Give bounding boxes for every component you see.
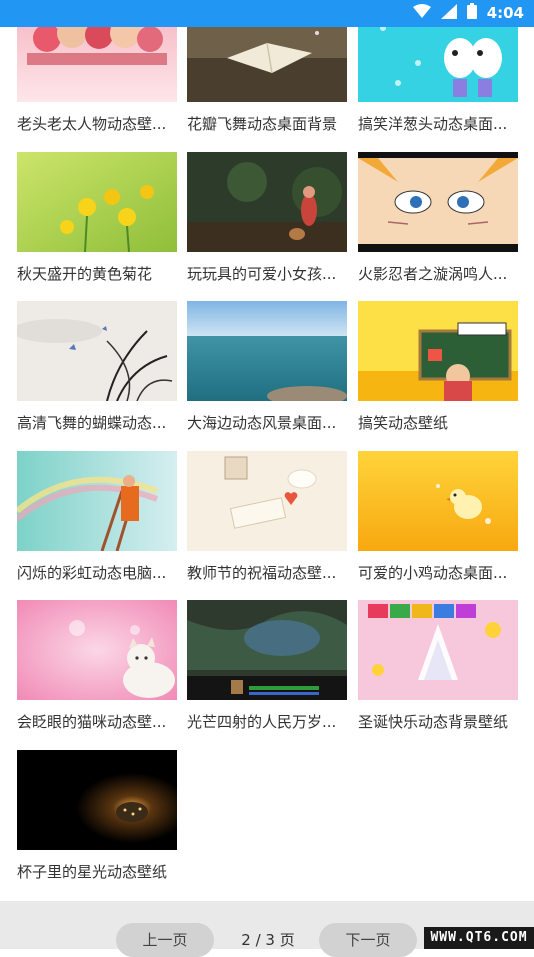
status-icons: 4:04 [412, 3, 524, 23]
wallpaper-card[interactable]: 光芒四射的人民万岁... [187, 600, 347, 733]
wallpaper-title: 秋天盛开的黄色菊花 [17, 265, 153, 283]
wallpaper-card[interactable]: 闪烁的彩虹动态电脑... [17, 451, 177, 584]
wallpaper-title: 搞笑洋葱头动态桌面... [358, 115, 508, 133]
wallpaper-card[interactable]: 玩玩具的可爱小女孩... [187, 152, 347, 285]
wallpaper-card[interactable]: 火影忍者之漩涡鸣人... [358, 152, 518, 285]
wallpaper-card[interactable]: 教师节的祝福动态壁... [187, 451, 347, 584]
wallpaper-title: 会眨眼的猫咪动态壁... [17, 713, 167, 731]
wallpaper-card[interactable]: 秋天盛开的黄色菊花 [17, 152, 177, 285]
wallpaper-title: 教师节的祝福动态壁... [187, 564, 337, 582]
wallpaper-card[interactable]: 搞笑动态壁纸 [358, 301, 518, 434]
wallpaper-title: 搞笑动态壁纸 [358, 414, 449, 432]
wifi-icon [412, 3, 431, 23]
wallpaper-title: 杯子里的星光动态壁纸 [17, 863, 168, 881]
wallpaper-thumbnail [358, 301, 518, 401]
wallpaper-title: 老头老太人物动态壁... [17, 115, 167, 133]
page-indicator: 2 / 3 页 [241, 931, 295, 949]
status-bar: 4:04 [0, 0, 534, 27]
wallpaper-title: 光芒四射的人民万岁... [187, 713, 337, 731]
next-page-button[interactable]: 下一页 [319, 923, 417, 957]
wallpaper-thumbnail [187, 152, 347, 252]
wallpaper-thumbnail [17, 152, 177, 252]
wallpaper-title: 火影忍者之漩涡鸣人... [358, 265, 508, 283]
wallpaper-card[interactable]: 圣诞快乐动态背景壁纸 [358, 600, 518, 733]
wallpaper-thumbnail [358, 152, 518, 252]
wallpaper-thumbnail [17, 750, 177, 850]
wallpaper-grid: 老头老太人物动态壁... 花瓣飞舞动态桌面背景 搞笑洋葱头动态桌面... 秋天盛… [0, 0, 534, 900]
wallpaper-thumbnail [358, 600, 518, 700]
wallpaper-card[interactable]: 杯子里的星光动态壁纸 [17, 750, 177, 883]
wallpaper-title: 大海边动态风景桌面... [187, 414, 337, 432]
wallpaper-thumbnail [187, 301, 347, 401]
status-time: 4:04 [486, 4, 524, 22]
wallpaper-title: 可爱的小鸡动态桌面... [358, 564, 508, 582]
wallpaper-title: 花瓣飞舞动态桌面背景 [187, 115, 338, 133]
wallpaper-thumbnail [17, 451, 177, 551]
wallpaper-card[interactable]: 高清飞舞的蝴蝶动态... [17, 301, 177, 434]
wallpaper-thumbnail [187, 451, 347, 551]
wallpaper-card[interactable]: 大海边动态风景桌面... [187, 301, 347, 434]
site-watermark: WWW.QT6.COM [424, 927, 534, 949]
wallpaper-thumbnail [358, 451, 518, 551]
wallpaper-title: 闪烁的彩虹动态电脑... [17, 564, 167, 582]
wallpaper-card[interactable]: 会眨眼的猫咪动态壁... [17, 600, 177, 733]
prev-page-button[interactable]: 上一页 [116, 923, 214, 957]
wallpaper-thumbnail [17, 301, 177, 401]
wallpaper-title: 高清飞舞的蝴蝶动态... [17, 414, 167, 432]
wallpaper-title: 玩玩具的可爱小女孩... [187, 265, 337, 283]
wallpaper-card[interactable]: 可爱的小鸡动态桌面... [358, 451, 518, 584]
wallpaper-title: 圣诞快乐动态背景壁纸 [358, 713, 509, 731]
wallpaper-thumbnail [17, 600, 177, 700]
battery-icon [466, 3, 477, 23]
wallpaper-thumbnail [187, 600, 347, 700]
signal-icon [440, 3, 457, 23]
